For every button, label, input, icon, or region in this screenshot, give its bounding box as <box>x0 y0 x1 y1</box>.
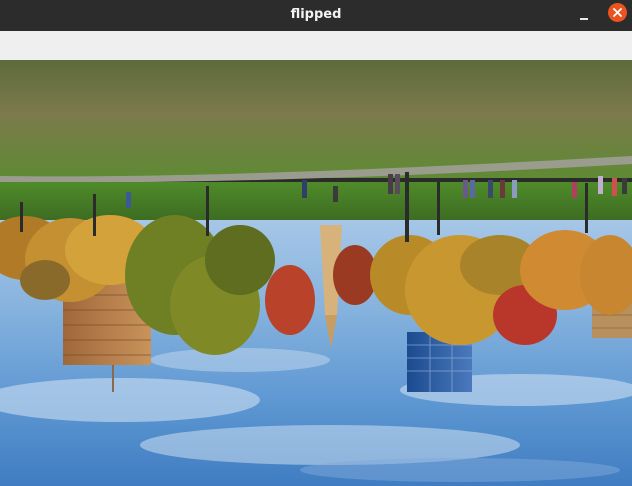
app-window: flipped <box>0 0 632 486</box>
flipped-image <box>0 60 632 486</box>
window-title: flipped <box>290 7 342 22</box>
title-bar[interactable]: flipped <box>0 0 632 31</box>
close-button[interactable] <box>608 3 627 22</box>
toolbar-area <box>0 31 632 61</box>
minimize-icon <box>580 18 588 20</box>
minimize-button[interactable] <box>572 4 596 26</box>
close-icon <box>613 8 622 17</box>
